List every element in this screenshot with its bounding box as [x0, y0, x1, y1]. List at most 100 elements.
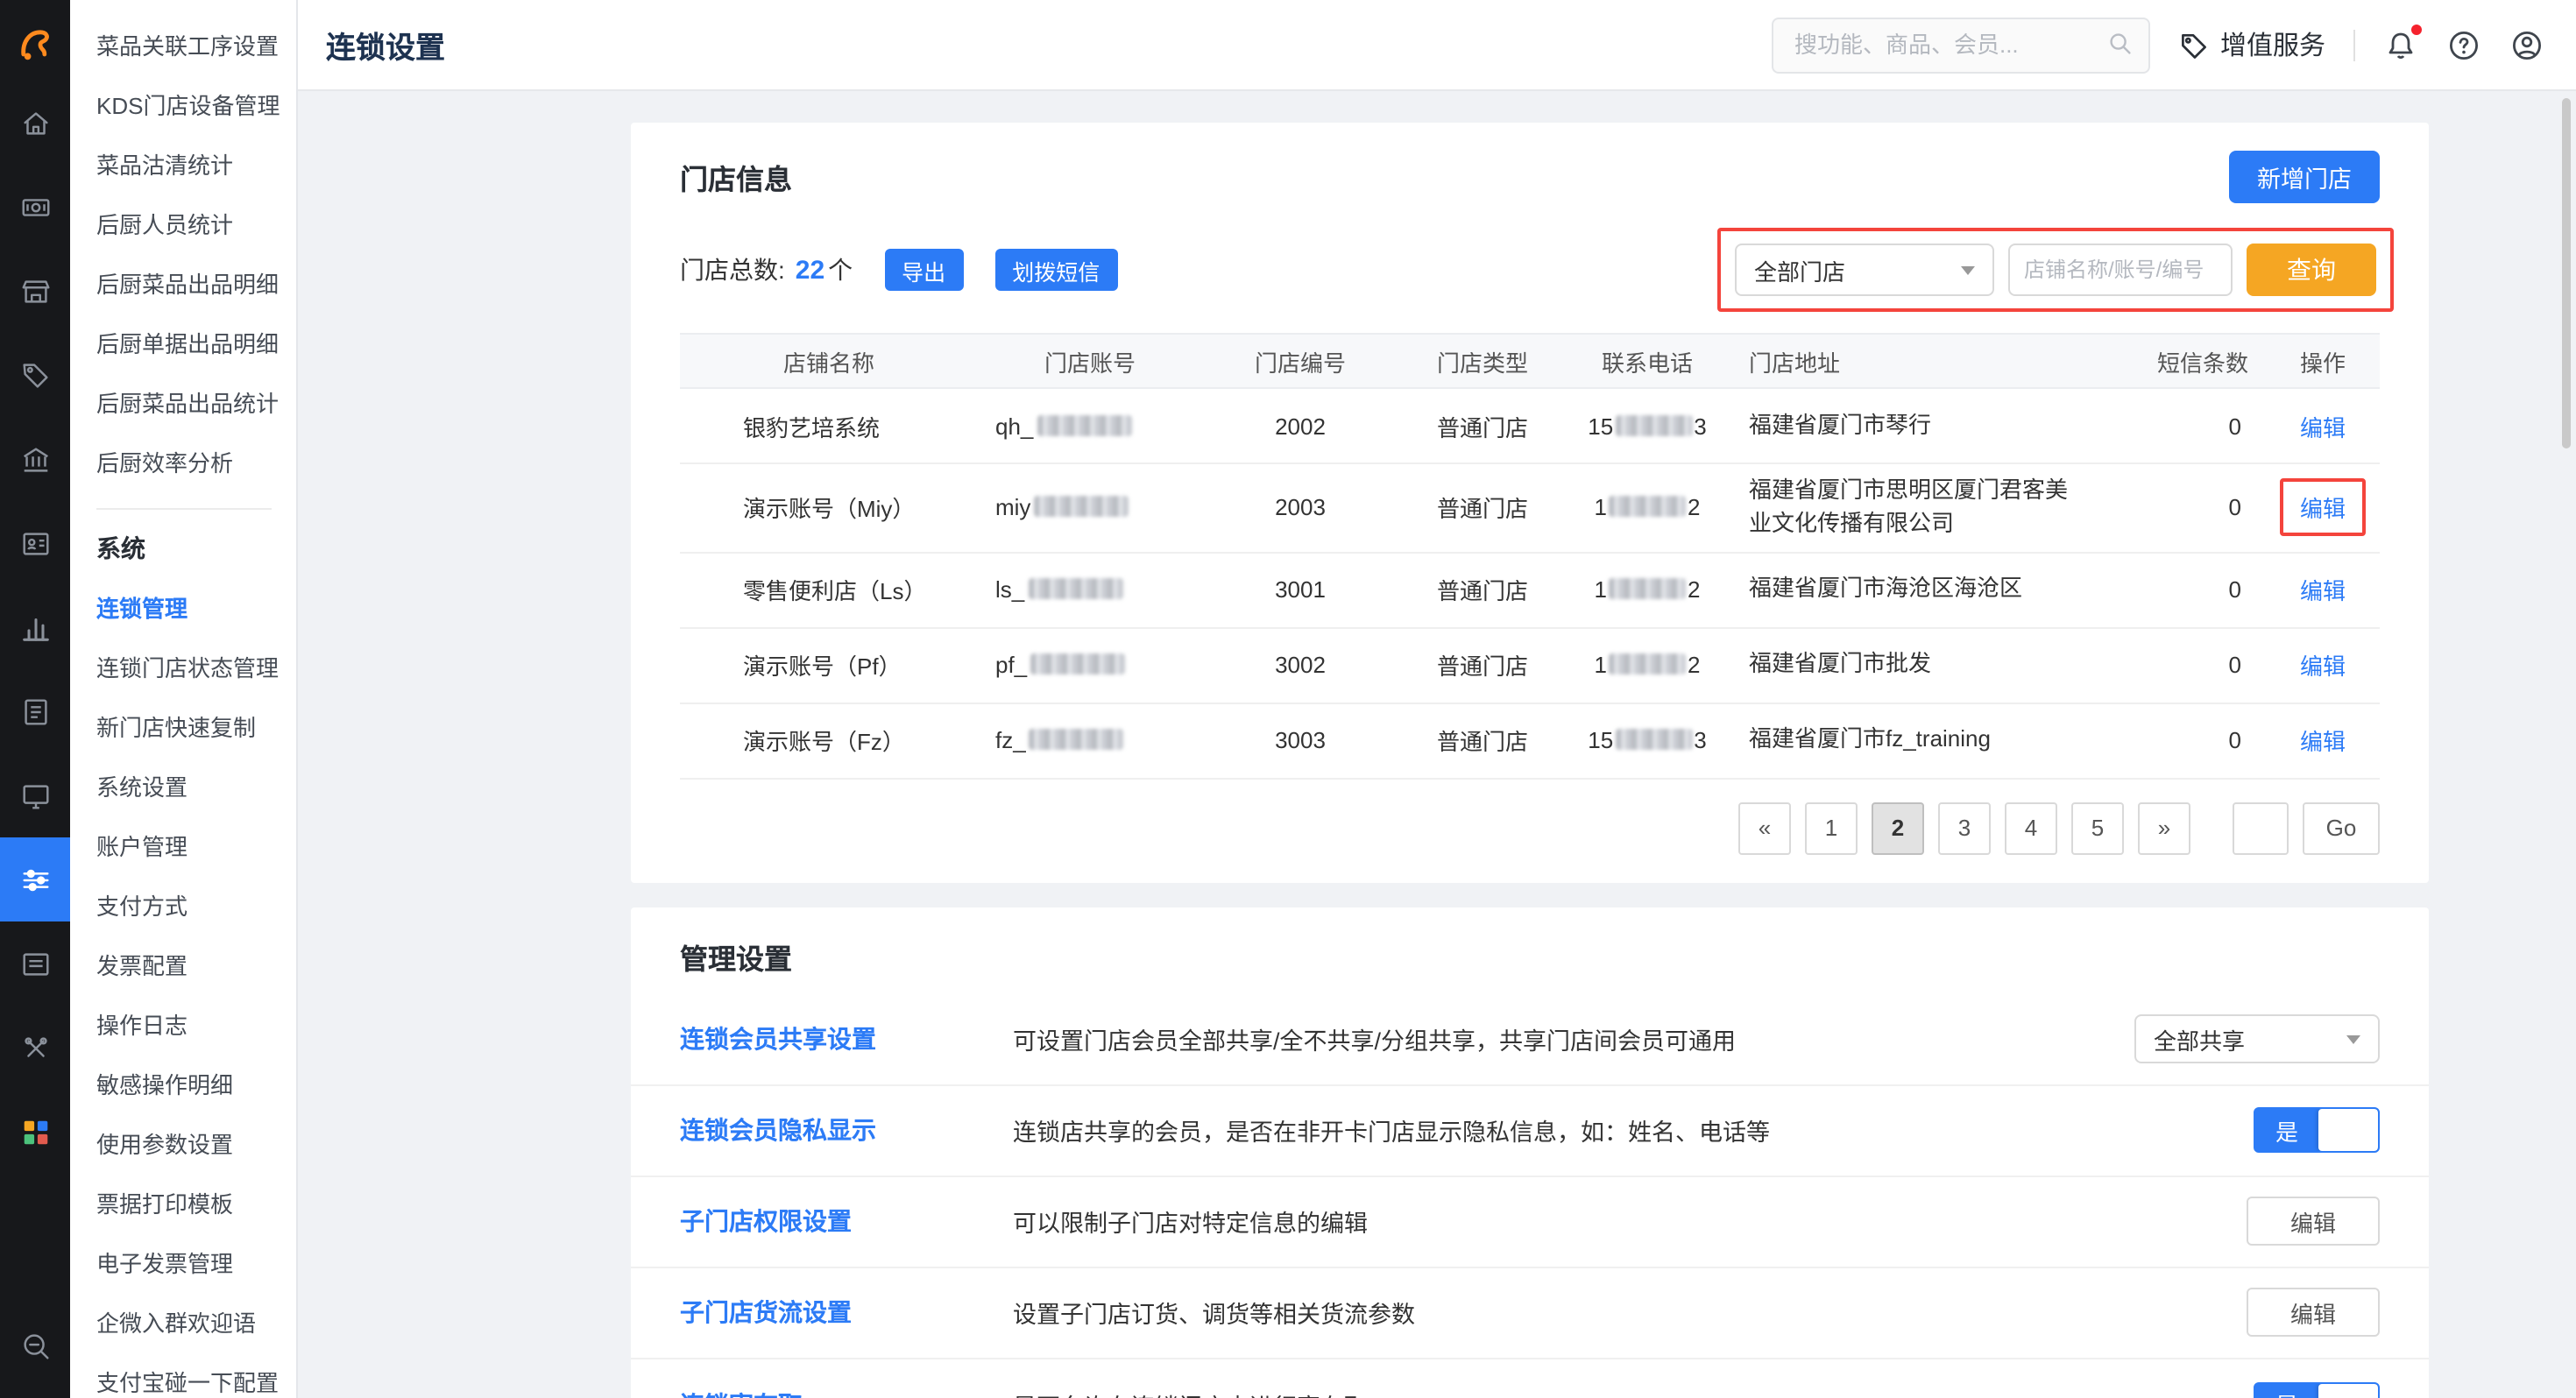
masked-account	[1030, 653, 1125, 674]
sidebar-item-sensitive-operations[interactable]: 敏感操作明细	[70, 1056, 296, 1116]
sidebar-item-kitchen-dish-stats[interactable]: 后厨菜品出品统计	[70, 375, 296, 434]
sidebar-item-alipay-tap-config[interactable]: 支付宝碰一下配置	[70, 1354, 296, 1398]
sidebar-item-kitchen-staff-stats[interactable]: 后厨人员统计	[70, 196, 296, 256]
pagination-page-1[interactable]: 1	[1805, 801, 1858, 854]
help-icon[interactable]	[2446, 27, 2481, 62]
search-icon[interactable]	[2106, 29, 2134, 66]
masked-account	[1030, 729, 1124, 750]
member-sharing-link[interactable]: 连锁会员共享设置	[680, 1021, 1013, 1056]
sidebar-item-kitchen-dish-detail[interactable]: 后厨菜品出品明细	[70, 256, 296, 315]
banknote-icon[interactable]	[0, 165, 70, 249]
sidebar-item-e-invoice[interactable]: 电子发票管理	[70, 1235, 296, 1295]
store-address: 福建省厦门市fz_training	[1728, 714, 2099, 768]
monitor-icon[interactable]	[0, 753, 70, 837]
settings-card-title: 管理设置	[680, 935, 792, 977]
substore-permissions-link[interactable]: 子门店权限设置	[680, 1204, 1013, 1239]
setting-desc: 是否允许在连锁门店内进行寄存取	[1013, 1387, 2254, 1398]
col-header-sms: 短信条数	[2099, 344, 2266, 378]
add-store-button[interactable]: 新增门店	[2229, 151, 2380, 203]
store-info-card: 门店信息 新增门店 门店总数: 22 个 导出 划拨短信 全部门店	[631, 123, 2429, 882]
sidebar-item-kitchen-order-detail[interactable]: 后厨单据出品明细	[70, 315, 296, 375]
store-address: 福建省厦门市思明区厦门君客美业文化传播有限公司	[1728, 464, 2099, 551]
store-account: fz_	[978, 727, 1202, 753]
apps-grid-icon[interactable]	[0, 1090, 70, 1174]
bank-icon[interactable]	[0, 417, 70, 501]
member-privacy-link[interactable]: 连锁会员隐私显示	[680, 1112, 1013, 1147]
store-name: 零售便利店（Ls）	[680, 573, 978, 606]
store-type: 普通门店	[1398, 648, 1567, 681]
tools-icon[interactable]	[0, 1006, 70, 1090]
page-jump-input[interactable]	[2233, 801, 2289, 854]
pagination-page-4[interactable]: 4	[2005, 801, 2057, 854]
substore-permissions-edit-button[interactable]: 编辑	[2247, 1197, 2380, 1246]
store-filter-select[interactable]: 全部门店	[1735, 244, 1994, 296]
chain-deposit-toggle[interactable]: 是	[2254, 1381, 2380, 1398]
page-go-button[interactable]: Go	[2303, 801, 2380, 854]
setting-row-chain-deposit: 连锁寄存取 是否允许在连锁门店内进行寄存取 是	[631, 1359, 2429, 1398]
store-account: pf_	[978, 652, 1202, 678]
vertical-scrollbar[interactable]	[2562, 98, 2571, 448]
edit-link[interactable]: 编辑	[2300, 578, 2346, 604]
sidebar-item-kds-devices[interactable]: KDS门店设备管理	[70, 77, 296, 137]
pagination-page-3[interactable]: 3	[1938, 801, 1991, 854]
store-address: 福建省厦门市批发	[1728, 639, 2099, 693]
sidebar-item-soldout-stats[interactable]: 菜品沽清统计	[70, 137, 296, 196]
sidebar-item-operation-log[interactable]: 操作日志	[70, 997, 296, 1056]
sidebar-item-dish-process[interactable]: 菜品关联工序设置	[70, 18, 296, 77]
store-type: 普通门店	[1398, 409, 1567, 442]
stats-chart-icon[interactable]	[0, 585, 70, 669]
store-type: 普通门店	[1398, 573, 1567, 606]
edit-link[interactable]: 编辑	[2300, 414, 2346, 441]
store-name: 演示账号（Fz）	[680, 724, 978, 757]
edit-highlight-box: 编辑	[2281, 479, 2365, 537]
sidebar-item-chain-store-status[interactable]: 连锁门店状态管理	[70, 639, 296, 699]
sidebar-item-kitchen-efficiency[interactable]: 后厨效率分析	[70, 434, 296, 494]
home-icon[interactable]	[0, 81, 70, 165]
pagination-next[interactable]: »	[2138, 801, 2190, 854]
store-sms-count: 0	[2099, 727, 2266, 753]
chain-deposit-link[interactable]: 连锁寄存取	[680, 1387, 1013, 1398]
store-icon[interactable]	[0, 249, 70, 333]
sliders-icon[interactable]	[0, 837, 70, 921]
zoom-out-icon[interactable]	[0, 1303, 70, 1387]
edit-link[interactable]: 编辑	[2300, 653, 2346, 680]
edit-link[interactable]: 编辑	[2300, 497, 2346, 523]
sidebar-item-receipt-templates[interactable]: 票据打印模板	[70, 1176, 296, 1235]
notifications-bell-icon[interactable]	[2383, 27, 2418, 62]
sidebar-item-wecom-welcome[interactable]: 企微入群欢迎语	[70, 1295, 296, 1354]
sidebar-item-invoice-config[interactable]: 发票配置	[70, 937, 296, 997]
edit-link[interactable]: 编辑	[2300, 729, 2346, 755]
sidebar-item-new-store-copy[interactable]: 新门店快速复制	[70, 699, 296, 759]
query-button[interactable]: 查询	[2247, 244, 2376, 296]
masked-phone	[1609, 653, 1686, 674]
sidebar-item-usage-parameters[interactable]: 使用参数设置	[70, 1116, 296, 1176]
export-button[interactable]: 导出	[884, 249, 963, 291]
substore-logistics-edit-button[interactable]: 编辑	[2247, 1288, 2380, 1337]
store-phone: 12	[1567, 652, 1728, 678]
membership-tag-icon[interactable]	[0, 333, 70, 417]
store-code: 3001	[1202, 576, 1398, 603]
member-sharing-select[interactable]: 全部共享	[2134, 1014, 2380, 1063]
global-search-input[interactable]	[1772, 17, 2150, 73]
notification-dot	[2411, 24, 2422, 34]
setting-row-member-sharing: 连锁会员共享设置 可设置门店会员全部共享/全不共享/分组共享，共享门店间会员可通…	[631, 994, 2429, 1085]
report-icon[interactable]	[0, 669, 70, 753]
pagination-page-5[interactable]: 5	[2071, 801, 2124, 854]
sms-transfer-button[interactable]: 划拨短信	[994, 249, 1117, 291]
sidebar-item-system-settings[interactable]: 系统设置	[70, 759, 296, 818]
staff-badge-icon[interactable]	[0, 501, 70, 585]
col-header-type: 门店类型	[1398, 344, 1567, 378]
kds-screen-icon[interactable]	[0, 921, 70, 1006]
substore-logistics-link[interactable]: 子门店货流设置	[680, 1295, 1013, 1330]
user-avatar-icon[interactable]	[2509, 27, 2544, 62]
value-added-services[interactable]: 增值服务	[2178, 26, 2325, 63]
store-keyword-input[interactable]	[2008, 244, 2233, 296]
store-name: 演示账号（Pf）	[680, 648, 978, 681]
sidebar-item-chain-management[interactable]: 连锁管理	[70, 580, 296, 639]
pagination-page-2-active[interactable]: 2	[1872, 801, 1924, 854]
sidebar-item-account-management[interactable]: 账户管理	[70, 818, 296, 878]
member-privacy-toggle[interactable]: 是	[2254, 1107, 2380, 1153]
sidebar-item-payment-methods[interactable]: 支付方式	[70, 878, 296, 937]
pagination-prev[interactable]: «	[1738, 801, 1791, 854]
setting-desc: 可以限制子门店对特定信息的编辑	[1013, 1204, 2247, 1239]
